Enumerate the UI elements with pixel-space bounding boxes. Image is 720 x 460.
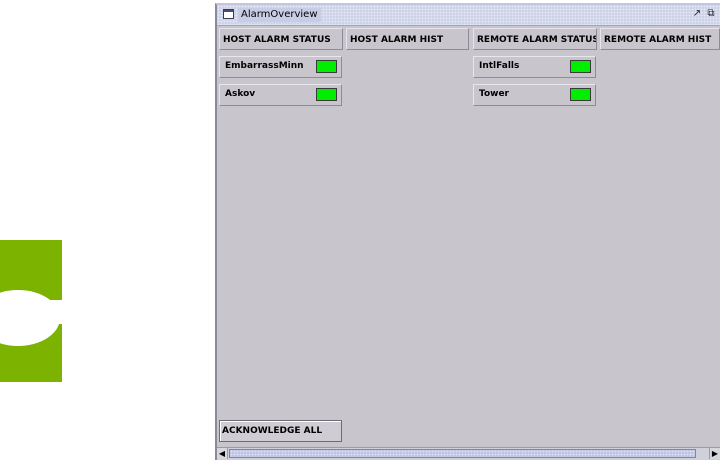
host-site-askov[interactable]: Askov xyxy=(219,84,342,106)
horizontal-scrollbar[interactable]: ◀ ▶ xyxy=(217,447,720,460)
alarm-overview-window: AlarmOverview ↗ ⧉ HOST ALARM STATUS HOST… xyxy=(215,3,720,460)
status-indicator xyxy=(570,60,591,73)
scroll-thumb[interactable] xyxy=(229,449,696,458)
window-title: AlarmOverview xyxy=(238,8,321,22)
window-content: HOST ALARM STATUS HOST ALARM HIST REMOTE… xyxy=(217,26,720,448)
brand-logo xyxy=(0,240,62,382)
remote-site-intlfalls[interactable]: IntlFalls xyxy=(473,56,596,78)
scroll-left-icon[interactable]: ◀ xyxy=(217,448,228,459)
host-site-embarrassminn[interactable]: EmbarrassMinn xyxy=(219,56,342,78)
logo-bar xyxy=(0,300,62,324)
host-alarm-hist-header: HOST ALARM HIST xyxy=(346,28,469,50)
remote-alarm-status-header: REMOTE ALARM STATUS xyxy=(473,28,597,50)
site-label: Tower xyxy=(479,89,509,99)
remote-site-tower[interactable]: Tower xyxy=(473,84,596,106)
status-indicator xyxy=(316,60,337,73)
maximize-icon[interactable]: ⧉ xyxy=(705,8,717,20)
site-label: EmbarrassMinn xyxy=(225,61,304,71)
window-icon xyxy=(223,9,234,19)
restore-down-icon[interactable]: ↗ xyxy=(691,8,703,20)
status-indicator xyxy=(570,88,591,101)
scroll-right-icon[interactable]: ▶ xyxy=(709,448,720,459)
remote-alarm-hist-header: REMOTE ALARM HIST xyxy=(600,28,720,50)
status-indicator xyxy=(316,88,337,101)
site-label: Askov xyxy=(225,89,256,99)
window-titlebar[interactable]: AlarmOverview ↗ ⧉ xyxy=(217,5,720,26)
site-label: IntlFalls xyxy=(479,61,520,71)
host-alarm-status-header: HOST ALARM STATUS xyxy=(219,28,343,50)
acknowledge-all-button[interactable]: ACKNOWLEDGE ALL xyxy=(219,420,342,442)
